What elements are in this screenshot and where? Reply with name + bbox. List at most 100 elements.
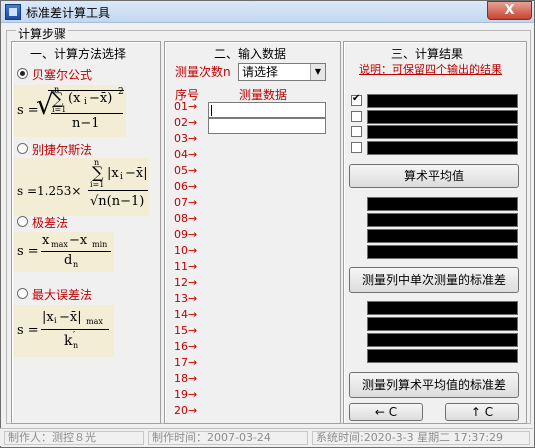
result-display xyxy=(367,333,518,347)
row-index-label: 05→ xyxy=(174,164,198,177)
formula-range-lhs: s = xyxy=(17,244,39,259)
result-checkbox-1[interactable] xyxy=(351,93,362,106)
formula-maxerr-sub2: max xyxy=(86,317,103,326)
result-display xyxy=(367,213,518,227)
formula-peters-sum-bottom: i=1 xyxy=(90,180,105,189)
result-display xyxy=(367,94,518,108)
result-note: 说明：可保留四个输出的结果 xyxy=(359,63,502,76)
row-index-label: 11→ xyxy=(174,260,198,273)
row-index-label: 03→ xyxy=(174,132,198,145)
method-label-maxerr: 最大误差法 xyxy=(32,288,93,302)
result-display xyxy=(367,317,518,331)
formula-bessel-sup: 2 xyxy=(118,87,124,97)
result-checkbox-4[interactable] xyxy=(351,142,362,153)
row-index-label: 18→ xyxy=(174,372,198,385)
input-section-title: 二、输入数据 xyxy=(214,47,287,61)
formula-bessel-radical-bar xyxy=(48,90,124,91)
row-index-label: 09→ xyxy=(174,228,198,241)
method-section-title: 一、计算方法选择 xyxy=(30,47,127,61)
result-display xyxy=(367,125,518,139)
status-bar: 制作人：测控８光 制作时间：2007-03-24 系统时间:2020-3-3 星… xyxy=(0,428,533,446)
row-index-label: 14→ xyxy=(174,308,198,321)
result-checkbox-3[interactable] xyxy=(351,126,362,137)
formula-range-den-sub: n xyxy=(73,260,79,269)
row-index-label: 16→ xyxy=(174,340,198,353)
result-display xyxy=(367,301,518,315)
status-made-time: 制作时间：2007-03-24 xyxy=(148,431,308,445)
formula-maxerr-den-sub: n xyxy=(73,341,79,350)
formula-bessel-num-sub: i xyxy=(84,97,87,107)
row-index-label: 15→ xyxy=(174,324,198,337)
steps-group-title: 计算步骤 xyxy=(16,25,69,42)
formula-bessel-bar xyxy=(51,113,123,114)
formula-bessel-num: (x xyxy=(68,91,81,106)
formula-range-den: d xyxy=(64,253,73,268)
formula-range-sub1: max xyxy=(51,240,68,249)
radio-peters[interactable] xyxy=(17,143,28,154)
method-label-bessel: 贝塞尔公式 xyxy=(32,68,93,82)
formula-peters-bar xyxy=(88,190,148,191)
formula-bessel-den: n−1 xyxy=(72,116,100,131)
single-sd-button[interactable]: 测量列中单次测量的标准差 xyxy=(349,267,519,293)
formula-peters-den: √n(n−1) xyxy=(90,194,145,209)
row-index-label: 07→ xyxy=(174,196,198,209)
row-index-label: 12→ xyxy=(174,276,198,289)
close-button[interactable]: X xyxy=(487,1,532,20)
radio-maxerr[interactable] xyxy=(17,288,28,299)
result-display xyxy=(367,110,518,124)
formula-maxerr-num-sub: i xyxy=(54,316,57,325)
data-input-2[interactable] xyxy=(208,118,326,134)
formula-maxerr-bar xyxy=(41,329,109,330)
formula-range-mid: −x xyxy=(69,233,88,248)
text-caret xyxy=(211,105,212,116)
formula-bessel-num-rest: −x̄) xyxy=(89,91,113,106)
chevron-down-icon[interactable]: ▼ xyxy=(310,64,325,80)
mean-button[interactable]: 算术平均值 xyxy=(349,164,519,188)
formula-range: s = x max −x min d n xyxy=(14,232,114,272)
row-index-label: 13→ xyxy=(174,292,198,305)
up-button[interactable]: ↑ C xyxy=(445,403,519,421)
formula-range-bar xyxy=(41,251,111,252)
count-select-value: 请选择 xyxy=(242,65,279,79)
status-author: 制作人：测控８光 xyxy=(4,431,144,445)
formula-peters-num-sub: i xyxy=(120,172,123,182)
result-display xyxy=(367,141,518,155)
formula-peters-num-rest: −x̄| xyxy=(125,166,148,181)
count-select[interactable]: 请选择 ▼ xyxy=(238,63,326,81)
back-button[interactable]: ← C xyxy=(349,403,423,421)
result-section-title: 三、计算结果 xyxy=(391,47,464,61)
result-display xyxy=(367,229,518,243)
row-index-label: 01→ xyxy=(174,100,198,113)
formula-maxerr-num: |x xyxy=(42,310,54,325)
row-index-label: 06→ xyxy=(174,180,198,193)
row-index-label: 04→ xyxy=(174,148,198,161)
row-index-label: 19→ xyxy=(174,388,198,401)
formula-peters-num: |x xyxy=(107,166,119,181)
formula-peters: s =1.253× n ∑ i=1 |x i −x̄| √n(n−1) xyxy=(14,158,149,216)
formula-maxerr-lhs: s = xyxy=(17,323,39,338)
formula-peters-lhs: s =1.253× xyxy=(17,184,82,198)
window-title: 标准差计算工具 xyxy=(26,6,111,20)
radio-bessel[interactable] xyxy=(17,68,28,79)
formula-maxerr-den-sup: ′ xyxy=(73,331,76,341)
method-label-peters: 别捷尔斯法 xyxy=(32,143,93,157)
data-input-1[interactable] xyxy=(208,102,326,118)
data-column-header: 测量数据 xyxy=(239,88,288,102)
radio-range[interactable] xyxy=(17,216,28,227)
result-checkbox-2[interactable] xyxy=(351,111,362,122)
row-index-label: 10→ xyxy=(174,244,198,257)
formula-maxerr-num-rest: −x̄| xyxy=(59,310,82,325)
row-index-label: 02→ xyxy=(174,116,198,129)
row-index-label: 20→ xyxy=(174,404,198,417)
formula-range-sub2: min xyxy=(92,240,108,249)
app-icon xyxy=(5,4,21,20)
row-index-label: 17→ xyxy=(174,356,198,369)
formula-maxerr: s = |x i −x̄| max k ′ n xyxy=(14,305,114,357)
result-display xyxy=(367,245,518,259)
mean-sd-button[interactable]: 测量列算术平均值的标准差 xyxy=(349,372,519,398)
formula-range-num: x xyxy=(42,233,50,248)
status-system-time: 系统时间:2020-3-3 星期二 17:37:29 xyxy=(312,431,530,445)
row-index-label: 08→ xyxy=(174,212,198,225)
result-display xyxy=(367,197,518,211)
title-bar[interactable]: 标准差计算工具 X xyxy=(1,1,534,23)
